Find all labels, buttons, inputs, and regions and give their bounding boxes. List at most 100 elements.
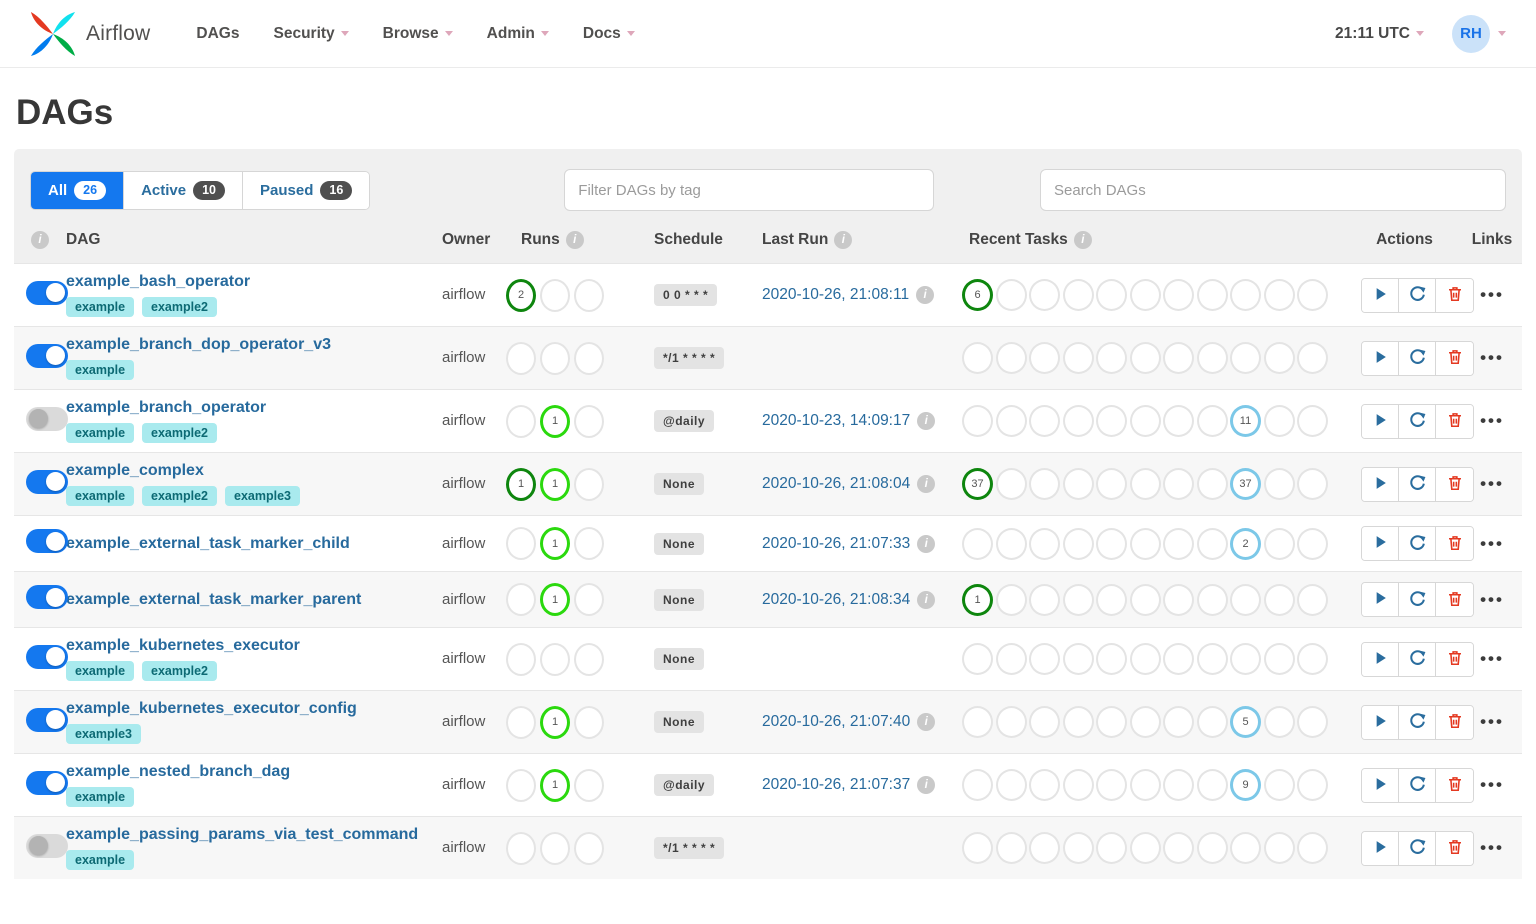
info-icon[interactable]: i [31,231,49,249]
airflow-logo-link[interactable]: Airflow [30,11,150,57]
dag-pause-toggle[interactable] [26,707,68,732]
dag-pause-toggle[interactable] [26,406,68,431]
dag-name-link[interactable]: example_external_task_marker_parent [66,591,361,609]
dag-pause-toggle[interactable] [26,343,68,368]
trigger-dag-button[interactable] [1362,404,1399,438]
tab-paused[interactable]: Paused 16 [243,171,370,209]
dag-name-link[interactable]: example_kubernetes_executor_config [66,700,357,718]
refresh-dag-button[interactable] [1399,705,1436,739]
dag-links-menu[interactable]: ••• [1462,411,1522,431]
dag-tag[interactable]: example [66,787,135,807]
info-icon[interactable]: i [1073,231,1092,249]
dag-links-menu[interactable]: ••• [1462,649,1522,669]
dag-tag[interactable]: example [66,297,135,317]
dag-pause-toggle[interactable] [26,833,68,858]
dag-pause-toggle[interactable] [26,644,68,669]
run-state-circle[interactable]: 1 [540,527,570,560]
refresh-dag-button[interactable] [1399,642,1436,676]
dag-tag[interactable]: example [66,661,135,681]
dag-links-menu[interactable]: ••• [1462,712,1522,732]
dag-name-link[interactable]: example_complex [66,462,204,480]
dag-links-menu[interactable]: ••• [1462,285,1522,305]
recent-task-state-circle[interactable]: 37 [962,468,993,500]
trigger-dag-button[interactable] [1362,527,1399,560]
recent-task-state-circle[interactable]: 9 [1230,769,1261,801]
dag-name-link[interactable]: example_branch_dop_operator_v3 [66,336,331,354]
recent-task-state-circle[interactable]: 11 [1230,405,1261,437]
refresh-dag-button[interactable] [1399,527,1436,560]
dag-tag[interactable]: example2 [142,661,218,681]
refresh-dag-button[interactable] [1399,341,1436,375]
dag-name-link[interactable]: example_external_task_marker_child [66,535,350,553]
nav-item-security[interactable]: Security [274,25,349,43]
refresh-dag-button[interactable] [1399,831,1436,865]
info-icon[interactable]: i [834,231,853,249]
dag-pause-toggle[interactable] [26,770,68,795]
run-state-circle[interactable]: 1 [540,768,570,802]
dag-links-menu[interactable]: ••• [1462,775,1522,795]
trigger-dag-button[interactable] [1362,583,1399,616]
trigger-dag-button[interactable] [1362,341,1399,375]
dag-tag[interactable]: example3 [66,724,141,744]
trigger-dag-button[interactable] [1362,831,1399,865]
run-state-circle[interactable]: 1 [540,705,570,739]
dag-name-link[interactable]: example_passing_params_via_test_command [66,826,418,844]
run-state-circle[interactable]: 1 [540,467,570,501]
dag-tag[interactable]: example2 [142,297,218,317]
last-run-link[interactable]: 2020-10-26, 21:07:33 [762,535,910,553]
dag-tag[interactable]: example3 [225,486,300,506]
recent-task-state-circle[interactable]: 2 [1230,527,1261,560]
trigger-dag-button[interactable] [1362,768,1399,802]
dag-links-menu[interactable]: ••• [1462,838,1522,858]
user-menu[interactable]: RH [1452,14,1506,53]
refresh-dag-button[interactable] [1399,583,1436,616]
nav-item-docs[interactable]: Docs [583,25,635,43]
run-state-circle[interactable]: 1 [506,467,536,501]
refresh-dag-button[interactable] [1399,768,1436,802]
info-icon[interactable]: i [917,776,936,794]
dag-tag[interactable]: example [66,423,135,443]
info-icon[interactable]: i [916,286,935,304]
dag-tag[interactable]: example [66,486,135,506]
last-run-link[interactable]: 2020-10-23, 14:09:17 [762,412,910,430]
recent-task-state-circle[interactable]: 1 [962,583,993,616]
dag-pause-toggle[interactable] [26,280,68,305]
info-icon[interactable]: i [565,231,584,249]
last-run-link[interactable]: 2020-10-26, 21:07:37 [762,776,910,794]
utc-clock-dropdown[interactable]: 21:11 UTC [1335,25,1424,43]
dag-pause-toggle[interactable] [26,585,68,609]
dag-pause-toggle[interactable] [26,469,68,494]
info-icon[interactable]: i [917,534,936,553]
refresh-dag-button[interactable] [1399,278,1436,312]
run-state-circle[interactable]: 2 [506,278,536,312]
dag-name-link[interactable]: example_kubernetes_executor [66,637,300,655]
dag-links-menu[interactable]: ••• [1462,474,1522,494]
info-icon[interactable]: i [917,590,936,609]
last-run-link[interactable]: 2020-10-26, 21:07:40 [762,713,910,731]
refresh-dag-button[interactable] [1399,404,1436,438]
dag-tag[interactable]: example [66,360,135,380]
info-icon[interactable]: i [917,475,936,493]
dag-links-menu[interactable]: ••• [1462,534,1522,554]
recent-task-state-circle[interactable]: 5 [1230,706,1261,738]
dag-name-link[interactable]: example_nested_branch_dag [66,763,290,781]
dag-links-menu[interactable]: ••• [1462,348,1522,368]
recent-task-state-circle[interactable]: 37 [1230,468,1261,500]
info-icon[interactable]: i [917,713,936,731]
trigger-dag-button[interactable] [1362,467,1399,501]
dag-search-input[interactable] [1040,169,1506,211]
trigger-dag-button[interactable] [1362,705,1399,739]
dag-tag[interactable]: example [66,850,135,870]
dag-pause-toggle[interactable] [26,529,68,553]
run-state-circle[interactable]: 1 [540,583,570,616]
nav-item-browse[interactable]: Browse [383,25,453,43]
dag-tag[interactable]: example2 [142,423,218,443]
run-state-circle[interactable]: 1 [540,404,570,438]
trigger-dag-button[interactable] [1362,642,1399,676]
dag-name-link[interactable]: example_branch_operator [66,399,266,417]
nav-item-dags[interactable]: DAGs [196,25,239,43]
refresh-dag-button[interactable] [1399,467,1436,501]
trigger-dag-button[interactable] [1362,278,1399,312]
last-run-link[interactable]: 2020-10-26, 21:08:34 [762,591,910,609]
tag-filter-input[interactable] [564,169,935,211]
